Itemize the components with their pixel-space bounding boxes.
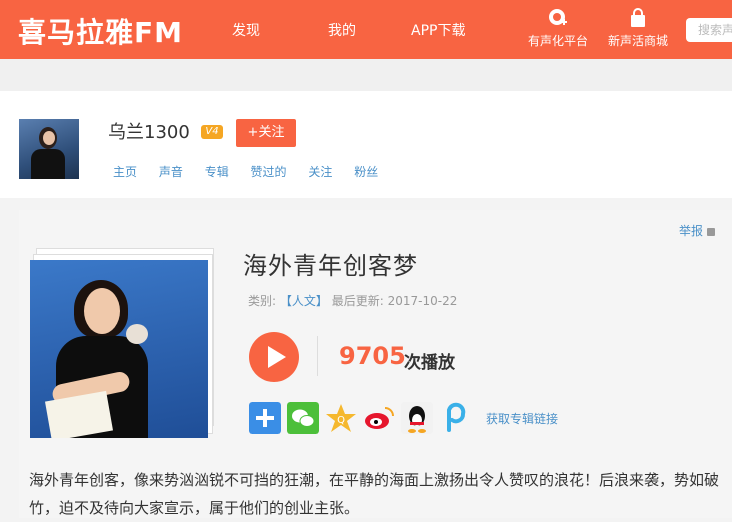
follow-button[interactable]: +关注 — [236, 119, 296, 147]
p-share-icon[interactable] — [439, 402, 471, 434]
tab-fans[interactable]: 粉丝 — [354, 163, 378, 180]
tab-albums[interactable]: 专辑 — [205, 163, 229, 180]
play-button[interactable] — [249, 332, 299, 382]
report-label: 举报 — [679, 224, 704, 238]
plus-share-icon[interactable] — [249, 402, 281, 434]
album-title: 海外青年创客梦 — [243, 252, 418, 280]
nav-item-audio-platform[interactable]: 有声化平台 — [518, 8, 598, 49]
album-cover[interactable] — [30, 260, 208, 438]
nav-item-app-download[interactable]: APP下载 — [411, 20, 465, 40]
lock-icon — [707, 227, 716, 236]
qq-icon[interactable] — [401, 402, 433, 434]
album-description: 海外青年创客，像来势汹汹锐不可挡的狂潮，在平静的海面上激扬出令人赞叹的浪花！后浪… — [29, 471, 720, 517]
updated-date: 2017-10-22 — [387, 294, 458, 308]
weibo-icon[interactable] — [363, 402, 395, 434]
tab-home[interactable]: 主页 — [113, 163, 137, 180]
get-album-link[interactable]: 获取专辑链接 — [486, 410, 558, 427]
nav-item-label: 新声活商城 — [607, 34, 668, 48]
nav-item-mine[interactable]: 我的 — [328, 20, 356, 40]
nav-item-shop[interactable]: 新声活商城 — [598, 8, 678, 49]
nav-item-discover[interactable]: 发现 — [232, 20, 260, 40]
username[interactable]: 乌兰1300 — [108, 118, 190, 144]
play-icon — [268, 346, 286, 368]
wechat-icon[interactable] — [287, 402, 319, 434]
nav-spacer — [0, 59, 732, 91]
svg-text:Q: Q — [337, 415, 345, 426]
tab-sounds[interactable]: 声音 — [159, 163, 183, 180]
profile-tabs: 主页 声音 专辑 赞过的 关注 粉丝 — [113, 163, 396, 180]
category-link[interactable]: 【人文】 — [280, 294, 328, 308]
plus-badge-icon — [549, 9, 567, 25]
play-count-label: 次播放 — [404, 353, 455, 373]
top-nav: 喜马拉雅FM 发现 我的 APP下载 有声化平台 新声活商城 搜索声 — [0, 0, 732, 59]
album-meta: 类别: 【人文】 最后更新: 2017-10-22 — [248, 292, 457, 309]
album-card: 举报 海外青年创客梦 类别: 【人文】 最后更新: 2017-10-22 970… — [19, 210, 732, 518]
level-badge: V4 — [201, 125, 223, 139]
report-link[interactable]: 举报 — [679, 222, 716, 239]
divider — [317, 336, 318, 376]
play-count: 9705 — [339, 342, 406, 370]
profile-header: 乌兰1300 V4 +关注 主页 声音 专辑 赞过的 关注 粉丝 — [0, 91, 732, 198]
tab-following[interactable]: 关注 — [308, 163, 332, 180]
updated-label: 最后更新: — [331, 294, 384, 308]
avatar[interactable] — [19, 119, 79, 179]
nav-item-label: 有声化平台 — [527, 34, 588, 48]
search-input[interactable]: 搜索声 — [686, 18, 732, 42]
tab-liked[interactable]: 赞过的 — [251, 163, 287, 180]
shopping-bag-icon — [631, 8, 645, 27]
qzone-icon[interactable]: Q — [325, 402, 357, 434]
logo[interactable]: 喜马拉雅FM — [18, 11, 183, 51]
category-label: 类别: — [248, 294, 277, 308]
